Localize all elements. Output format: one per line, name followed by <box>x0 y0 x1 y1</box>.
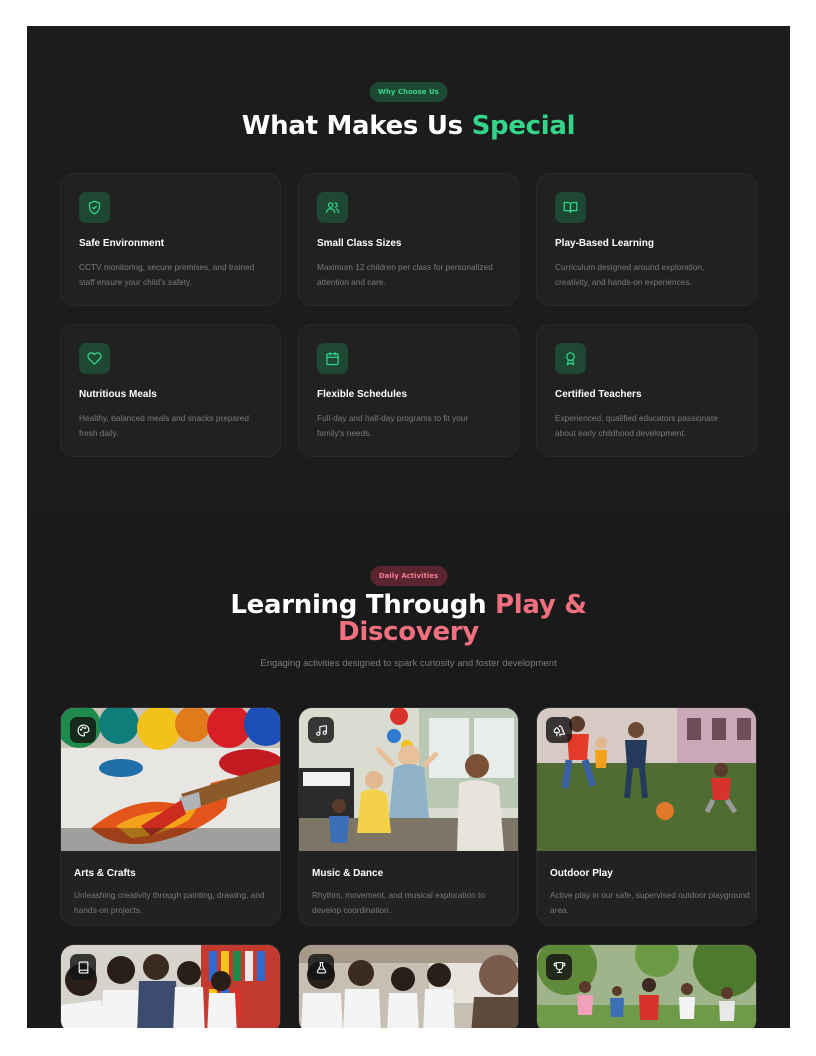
feature-card-play-based-learning: Play-Based Learning Curriculum designed … <box>536 173 757 306</box>
award-icon <box>555 343 586 374</box>
feature-card-nutritious-meals: Nutritious Meals Healthy, balanced meals… <box>60 324 281 457</box>
feature-title: Play-Based Learning <box>555 238 654 249</box>
book-icon <box>70 954 96 980</box>
activity-description: Unleashing creativity through painting, … <box>74 890 265 915</box>
shield-check-icon <box>79 192 110 223</box>
feature-description: Curriculum designed around exploration, … <box>555 262 705 287</box>
activity-card-music-dance[interactable]: Music & Dance Rhythm, movement, and musi… <box>298 707 519 926</box>
section-title-accent: Special <box>471 111 576 141</box>
flask-icon <box>308 954 334 980</box>
page: Why Choose Us What Makes Us Special Safe… <box>27 26 790 1028</box>
section-title: What Makes Us Special <box>27 108 790 144</box>
feature-title: Certified Teachers <box>555 389 642 400</box>
sports-photo <box>537 945 756 1028</box>
activity-card-science[interactable] <box>298 944 519 1028</box>
activities-subtitle: Engaging activities designed to spark cu… <box>260 658 557 669</box>
feature-title: Safe Environment <box>79 238 165 249</box>
book-open-icon <box>555 192 586 223</box>
activity-description: Rhythm, movement, and musical exploratio… <box>312 890 485 915</box>
activity-title: Music & Dance <box>312 868 384 879</box>
feature-card-flexible-schedules: Flexible Schedules Full-day and half-day… <box>298 324 519 457</box>
activity-card-outdoor-play[interactable]: Outdoor Play Active play in our safe, su… <box>536 707 757 926</box>
trees-icon <box>546 717 572 743</box>
activities-title-accent-2: Discovery <box>338 617 479 647</box>
why-choose-us-section: Why Choose Us What Makes Us Special Safe… <box>27 26 790 512</box>
activity-description: Active play in our safe, supervised outd… <box>550 890 750 915</box>
calendar-icon <box>317 343 348 374</box>
trophy-icon <box>546 954 572 980</box>
feature-card-small-class-sizes: Small Class Sizes Maximum 12 children pe… <box>298 173 519 306</box>
feature-description: Healthy, balanced meals and snacks prepa… <box>79 413 250 438</box>
users-icon <box>317 192 348 223</box>
activity-card-sports[interactable] <box>536 944 757 1028</box>
music-icon <box>308 717 334 743</box>
activities-title-main: Learning Through <box>230 590 496 620</box>
reading-photo <box>61 945 280 1028</box>
palette-icon <box>70 717 96 743</box>
activities-title: Learning Through Play & Discovery <box>27 592 790 646</box>
feature-description: Full-day and half-day programs to fit yo… <box>317 413 469 438</box>
section-title-main: What Makes Us <box>241 111 472 141</box>
outdoor-play-photo <box>537 708 756 851</box>
music-dance-photo <box>299 708 518 851</box>
daily-activities-badge: Daily Activities <box>369 566 448 586</box>
arts-crafts-photo <box>61 708 280 851</box>
feature-card-certified-teachers: Certified Teachers Experienced, qualifie… <box>536 324 757 457</box>
activity-card-reading[interactable] <box>60 944 281 1028</box>
feature-card-safe-environment: Safe Environment CCTV monitoring, secure… <box>60 173 281 306</box>
why-choose-us-badge: Why Choose Us <box>369 82 448 102</box>
activity-title: Outdoor Play <box>550 868 613 879</box>
activities-title-accent-1: Play & <box>495 590 587 620</box>
activity-card-arts-crafts[interactable]: Arts & Crafts Unleashing creativity thro… <box>60 707 281 926</box>
heart-icon <box>79 343 110 374</box>
feature-description: Experienced, qualified educators passion… <box>555 413 718 438</box>
feature-description: Maximum 12 children per class for person… <box>317 262 493 287</box>
feature-title: Small Class Sizes <box>317 238 402 249</box>
feature-description: CCTV monitoring, secure premises, and tr… <box>79 262 255 287</box>
science-photo <box>299 945 518 1028</box>
feature-title: Flexible Schedules <box>317 389 408 400</box>
activity-title: Arts & Crafts <box>74 868 136 879</box>
feature-title: Nutritious Meals <box>79 389 157 400</box>
